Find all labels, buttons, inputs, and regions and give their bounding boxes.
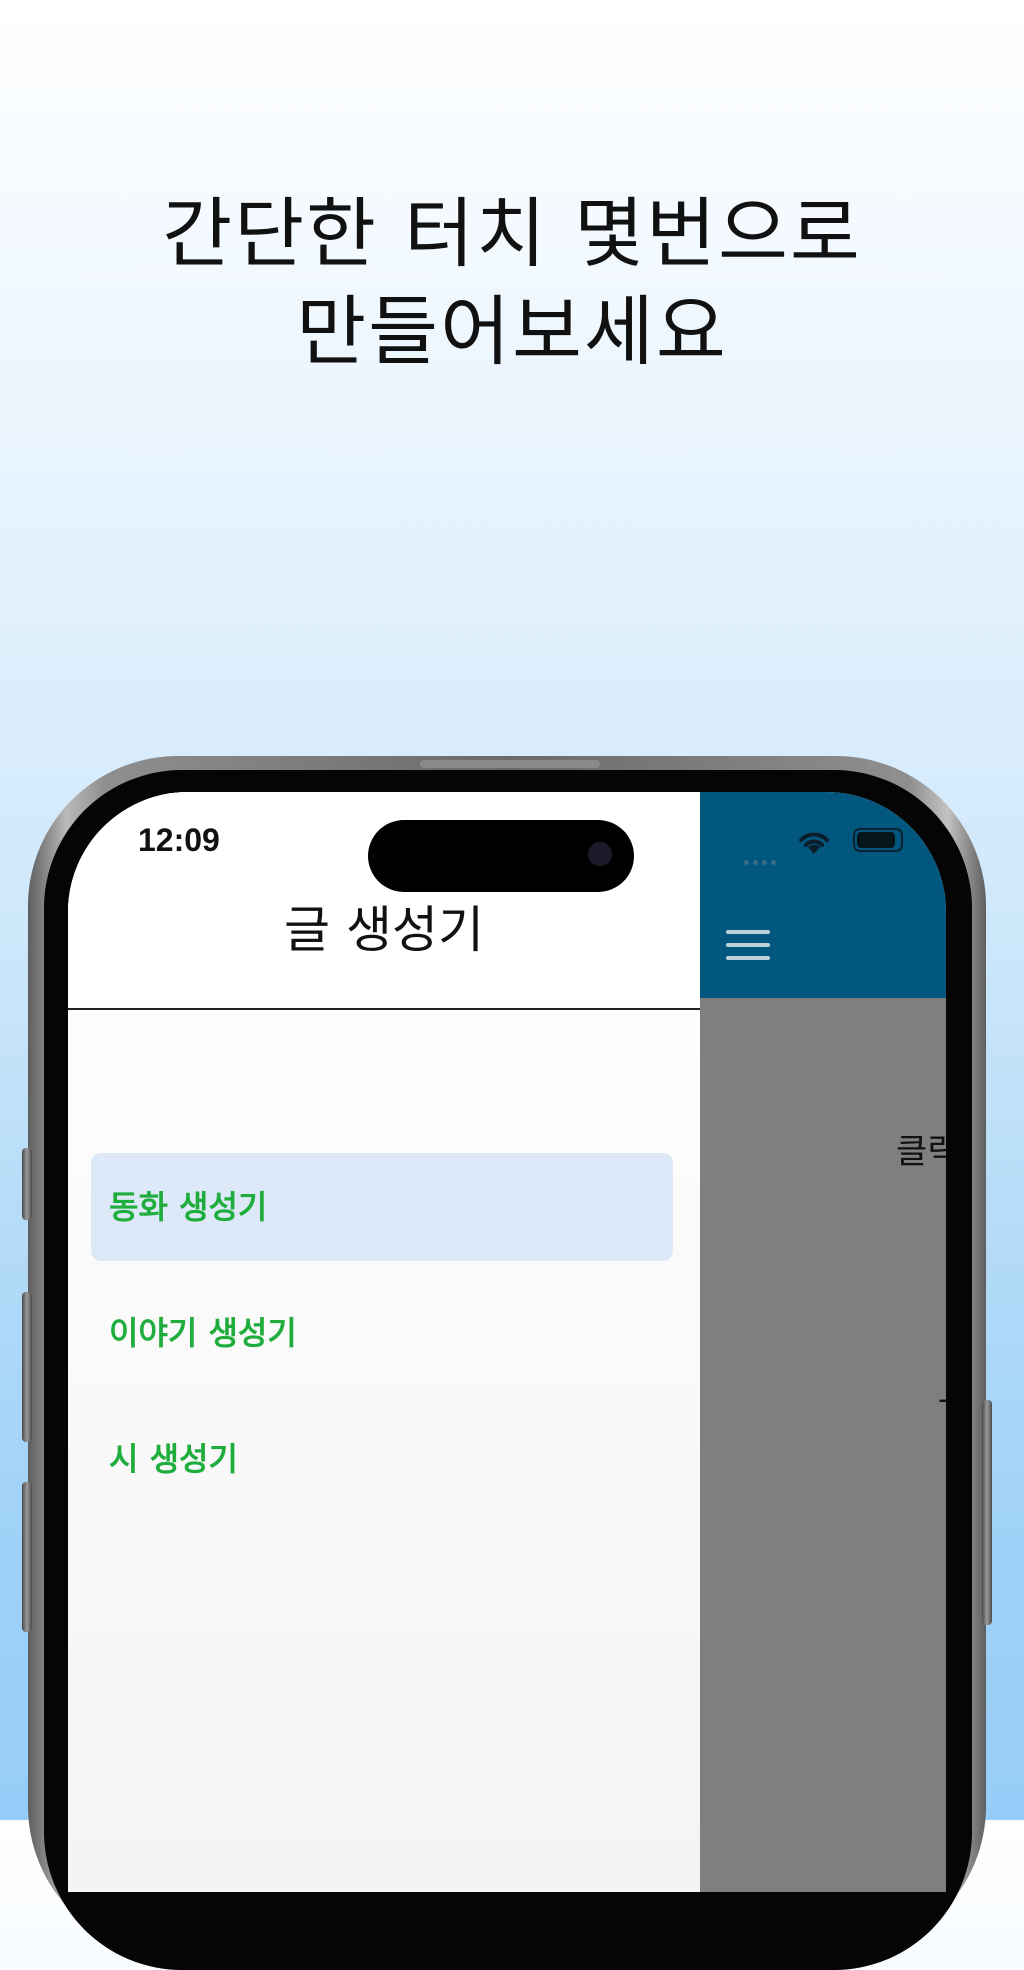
wifi-icon <box>799 832 829 854</box>
drawer-item-fairy-tale-generator[interactable]: 동화 생성기 <box>91 1153 673 1261</box>
phone-screen: 클릭 - 글 생성기 동화 생성기 이야기 생성기 시 생성기 12:09 <box>68 792 946 1892</box>
drawer-item-story-generator[interactable]: 이야기 생성기 <box>91 1279 673 1387</box>
headline-line-1: 간단한 터치 몇번으로 <box>162 189 862 278</box>
front-camera-icon <box>588 842 612 866</box>
battery-icon <box>853 828 903 852</box>
phone-action-button <box>22 1148 32 1220</box>
app-bar <box>700 792 946 998</box>
signal-icon <box>744 850 786 865</box>
obscured-content-text: 클릭 <box>896 1132 946 1172</box>
status-time: 12:09 <box>138 822 220 858</box>
obscured-content-mark: - <box>938 1382 946 1417</box>
phone-volume-up-button <box>22 1292 32 1442</box>
navigation-drawer: 글 생성기 동화 생성기 이야기 생성기 시 생성기 <box>68 792 700 1892</box>
headline-line-2: 만들어보세요 <box>296 287 728 376</box>
phone-volume-down-button <box>22 1482 32 1632</box>
phone-top-edge <box>420 760 600 768</box>
hamburger-menu-icon[interactable] <box>726 930 770 960</box>
drawer-item-poem-generator[interactable]: 시 생성기 <box>91 1405 673 1513</box>
phone-power-button <box>982 1400 992 1625</box>
drawer-title: 글 생성기 <box>284 901 484 959</box>
promo-headline: 간단한 터치 몇번으로 만들어보세요 <box>0 185 1024 381</box>
